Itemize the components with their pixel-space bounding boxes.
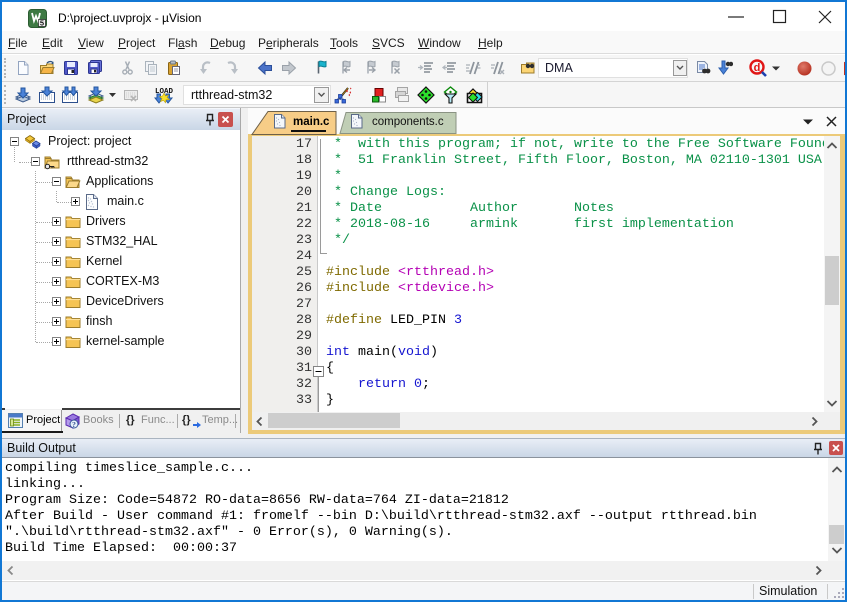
svg-text:d: d: [754, 62, 761, 74]
svg-text:5: 5: [40, 19, 44, 28]
svg-text:?: ?: [72, 420, 76, 429]
